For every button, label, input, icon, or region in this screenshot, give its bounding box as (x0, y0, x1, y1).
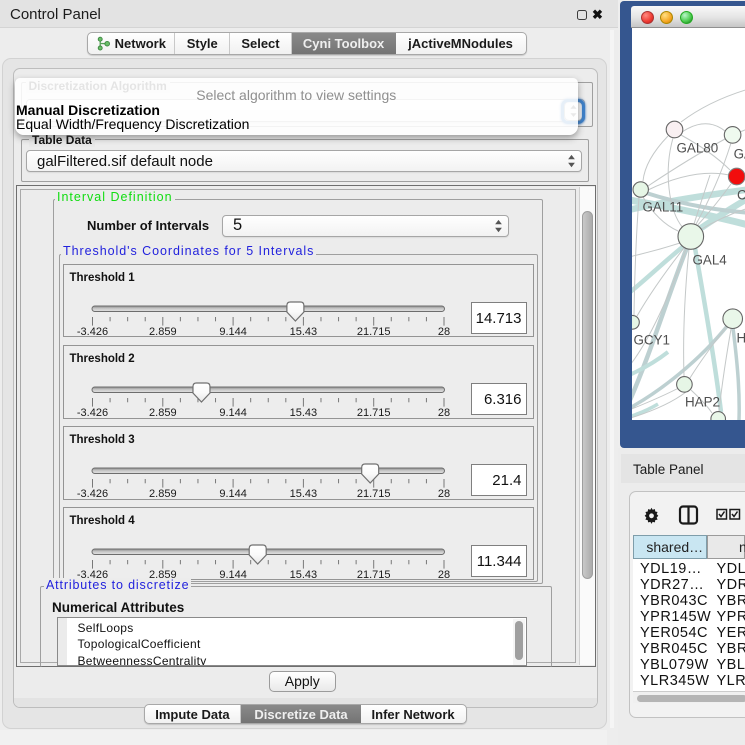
svg-text:-3.426: -3.426 (76, 326, 107, 338)
svg-text:28: 28 (437, 569, 449, 581)
svg-text:9.144: 9.144 (219, 407, 247, 419)
svg-text:HI: HI (737, 331, 745, 346)
svg-text:21.715: 21.715 (356, 326, 390, 338)
svg-text:-3.426: -3.426 (76, 488, 107, 500)
svg-text:21.715: 21.715 (356, 569, 390, 581)
svg-text:21.715: 21.715 (356, 407, 390, 419)
svg-text:9.144: 9.144 (219, 488, 247, 500)
svg-text:15.43: 15.43 (289, 326, 317, 338)
svg-text:2.859: 2.859 (149, 488, 177, 500)
svg-text:9.144: 9.144 (219, 326, 247, 338)
svg-text:-3.426: -3.426 (76, 407, 107, 419)
svg-text:28: 28 (437, 488, 449, 500)
svg-text:GAL80: GAL80 (677, 141, 719, 156)
svg-text:9.144: 9.144 (219, 569, 247, 581)
svg-text:GAL11: GAL11 (643, 200, 684, 215)
svg-text:15.43: 15.43 (289, 407, 317, 419)
svg-text:HAP2: HAP2 (685, 395, 720, 410)
svg-text:28: 28 (437, 407, 449, 419)
svg-text:2.859: 2.859 (149, 407, 177, 419)
svg-text:2.859: 2.859 (149, 326, 177, 338)
svg-text:GA: GA (734, 147, 745, 162)
svg-text:28: 28 (437, 326, 449, 338)
svg-text:GAL4: GAL4 (693, 253, 728, 268)
svg-text:CR: CR (737, 188, 745, 203)
svg-text:GCY1: GCY1 (634, 333, 670, 348)
svg-text:15.43: 15.43 (289, 488, 317, 500)
svg-text:15.43: 15.43 (289, 569, 317, 581)
svg-text:21.715: 21.715 (356, 488, 390, 500)
